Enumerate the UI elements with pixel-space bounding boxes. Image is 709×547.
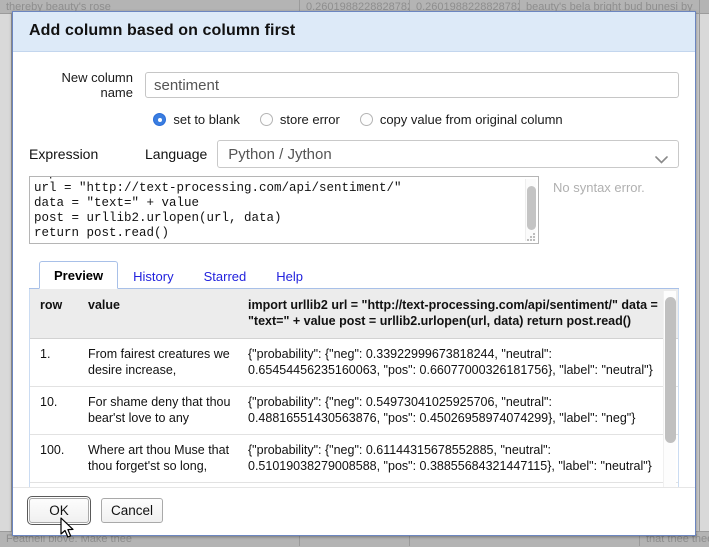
radio-store-error-indicator[interactable]	[260, 113, 273, 126]
radio-store-error[interactable]: store error	[260, 112, 340, 127]
dialog-header: Add column based on column first	[13, 12, 695, 52]
expression-label: Expression	[29, 146, 145, 162]
cell-result: {"probability": {"neg": 0.54973041025925…	[238, 387, 679, 435]
table-row: 100. Where art thou Muse that thou forge…	[30, 435, 679, 483]
expression-scrollbar[interactable]	[525, 179, 536, 241]
table-header-row: row value import urllib2 url = "http://t…	[30, 289, 679, 339]
table-row: 1. From fairest creatures we desire incr…	[30, 339, 679, 387]
cell-row-index: 100.	[30, 435, 78, 483]
cell-value: For shame deny that thou bear'st love to…	[78, 387, 238, 435]
preview-scrollbar-thumb[interactable]	[665, 297, 676, 443]
header-value: value	[78, 289, 238, 339]
preview-table: row value import urllib2 url = "http://t…	[30, 289, 679, 487]
radio-store-error-label: store error	[280, 112, 340, 127]
code-line: post = urllib2.urlopen(url, data)	[34, 211, 282, 225]
radio-set-to-blank[interactable]: set to blank	[153, 112, 240, 127]
radio-copy-value-label: copy value from original column	[380, 112, 563, 127]
new-column-name-label: New column name	[29, 70, 145, 100]
cell-row-index: 1.	[30, 339, 78, 387]
code-line: data = "text=" + value	[34, 196, 199, 210]
resize-grip-icon[interactable]	[527, 233, 536, 242]
table-row: 10. For shame deny that thou bear'st lov…	[30, 387, 679, 435]
expression-textarea[interactable]: import urllib2 url = "http://text-proces…	[29, 176, 539, 244]
code-line: return post.read()	[34, 226, 169, 240]
syntax-status-message: No syntax error.	[553, 176, 645, 244]
new-column-name-input[interactable]	[145, 72, 679, 98]
preview-panel: row value import urllib2 url = "http://t…	[29, 289, 679, 487]
add-column-dialog: Add column based on column first New col…	[12, 11, 696, 536]
cell-result: {"probability": {"neg": 0.33922999673818…	[238, 339, 679, 387]
expression-scrollbar-thumb[interactable]	[527, 186, 536, 230]
dialog-title: Add column based on column first	[29, 22, 679, 40]
radio-copy-value-indicator[interactable]	[360, 113, 373, 126]
chevron-down-icon	[655, 151, 668, 168]
language-select[interactable]: Python / Jython	[217, 140, 679, 168]
radio-set-to-blank-indicator[interactable]	[153, 113, 166, 126]
cell-row-index: 10.	[30, 387, 78, 435]
expression-code: import urllib2 url = "http://text-proces…	[34, 176, 520, 241]
cell-result: {"probability": {"neg": 0.61144315678552…	[238, 435, 679, 483]
editor-tabs: Preview History Starred Help	[29, 260, 679, 289]
expression-row: Expression Language Python / Jython	[29, 140, 679, 168]
background-left-strip	[0, 14, 12, 531]
expression-editor-row: import urllib2 url = "http://text-proces…	[29, 176, 679, 244]
tab-help[interactable]: Help	[261, 262, 318, 289]
header-expression: import urllib2 url = "http://text-proces…	[238, 289, 679, 339]
tab-starred[interactable]: Starred	[189, 262, 262, 289]
header-row: row	[30, 289, 78, 339]
ok-button[interactable]: OK	[29, 498, 89, 523]
preview-scrollbar[interactable]	[663, 291, 676, 487]
dialog-footer: OK Cancel	[13, 487, 695, 535]
tab-preview[interactable]: Preview	[39, 261, 118, 289]
cell-value: Where art thou Muse that thou forget'st …	[78, 435, 238, 483]
language-label: Language	[145, 146, 207, 162]
cancel-button[interactable]: Cancel	[101, 498, 163, 523]
on-error-radio-group: set to blank store error copy value from…	[37, 112, 679, 127]
dialog-body: New column name set to blank store error…	[13, 52, 695, 487]
code-line: url = "http://text-processing.com/api/se…	[34, 181, 402, 195]
tab-history[interactable]: History	[118, 262, 188, 289]
radio-copy-value[interactable]: copy value from original column	[360, 112, 563, 127]
background-right-strip	[699, 14, 709, 531]
language-select-value: Python / Jython	[228, 146, 331, 163]
cell-value: From fairest creatures we desire increas…	[78, 339, 238, 387]
radio-set-to-blank-label: set to blank	[173, 112, 240, 127]
code-line-clipped: import urllib2	[34, 176, 139, 180]
new-column-name-row: New column name	[29, 70, 679, 100]
